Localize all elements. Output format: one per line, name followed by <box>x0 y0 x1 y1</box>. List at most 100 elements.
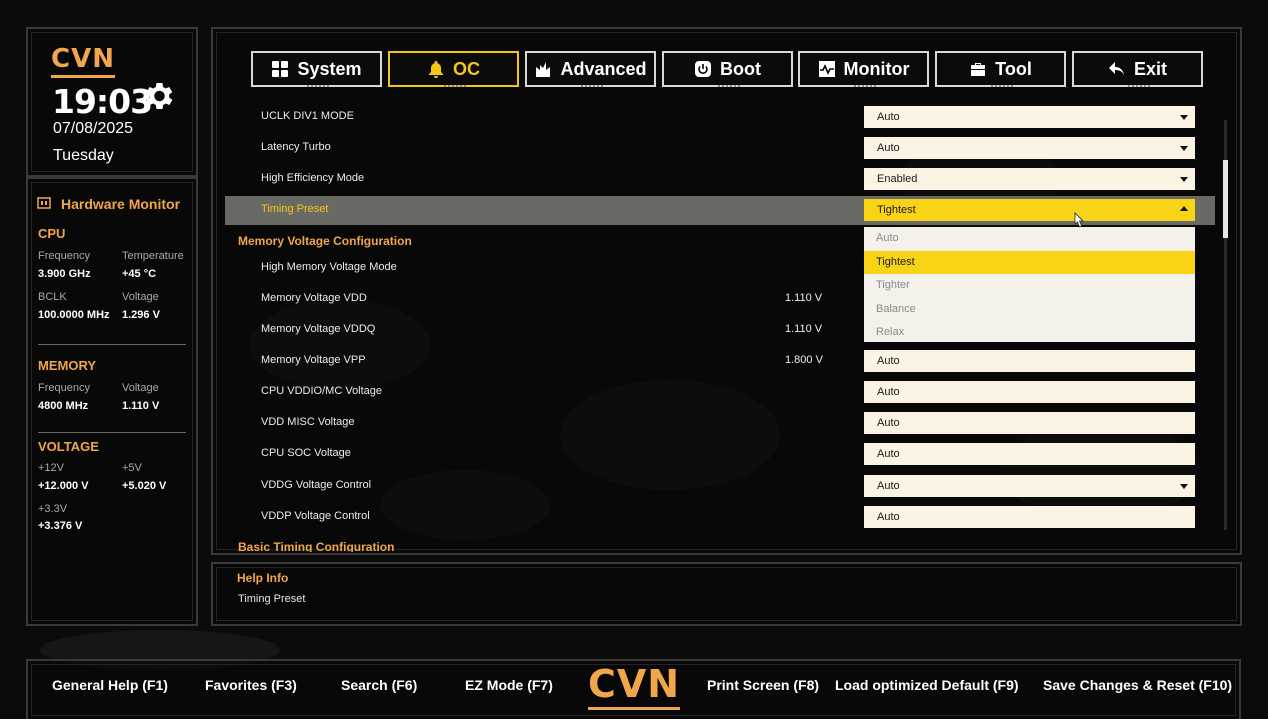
setting-dropdown[interactable]: Auto <box>864 106 1195 128</box>
cpu-temperature-label: Temperature <box>122 250 184 262</box>
voltage-3v3-label: +3.3V <box>38 503 68 515</box>
clock-day: Tuesday <box>53 147 114 164</box>
gear-icon[interactable] <box>140 78 176 114</box>
setting-label: Memory Voltage VDD <box>261 292 367 304</box>
setting-label: UCLK DIV1 MODE <box>261 110 354 122</box>
help-title: Help Info <box>237 571 289 585</box>
ez-mode-button[interactable]: EZ Mode (F7) <box>465 677 553 693</box>
tab-monitor[interactable]: Monitor <box>798 51 929 87</box>
voltage-12v-value: +12.000 V <box>38 480 89 492</box>
chip-icon <box>536 62 551 77</box>
favorites-button[interactable]: Favorites (F3) <box>205 677 297 693</box>
setting-current-value: 1.110 V <box>785 292 823 304</box>
tab-tool[interactable]: Tool <box>935 51 1066 87</box>
tab-label: Boot <box>720 58 761 79</box>
setting-timing-preset[interactable]: Timing Preset Tightest <box>225 196 1215 225</box>
setting-uclk-div1-mode[interactable]: UCLK DIV1 MODE Auto <box>225 103 1215 132</box>
toolbox-icon <box>971 63 986 76</box>
cpu-temperature-value: +45 °C <box>122 268 157 280</box>
setting-label: Timing Preset <box>261 203 329 215</box>
setting-label: Memory Voltage VDDQ <box>261 323 376 335</box>
setting-label: VDDP Voltage Control <box>261 510 370 522</box>
setting-label: CPU VDDIO/MC Voltage <box>261 385 383 397</box>
tab-boot[interactable]: Boot <box>662 51 793 87</box>
timing-preset-dropdown[interactable]: Tightest <box>864 199 1195 221</box>
memory-frequency-label: Frequency <box>38 382 90 394</box>
setting-memory-voltage-vpp[interactable]: Memory Voltage VPP 1.800 V Auto <box>225 347 1215 376</box>
voltage-3v3-value: +3.376 V <box>38 520 83 532</box>
setting-label: Latency Turbo <box>261 141 331 153</box>
voltage-5v-value: +5.020 V <box>122 480 167 492</box>
setting-input[interactable]: Auto <box>864 506 1195 528</box>
tab-label: Tool <box>995 58 1032 79</box>
voltage-section-title: VOLTAGE <box>38 439 99 454</box>
setting-input[interactable]: Auto <box>864 443 1195 465</box>
setting-current-value: 1.800 V <box>785 354 823 366</box>
dropdown-option-tighter[interactable]: Tighter <box>864 274 1195 298</box>
tab-advanced[interactable]: Advanced <box>525 51 656 87</box>
setting-input[interactable]: Auto <box>864 412 1195 434</box>
setting-input[interactable]: Auto <box>864 350 1195 372</box>
chevron-down-icon <box>1180 177 1188 182</box>
dropdown-option-relax[interactable]: Relax <box>864 321 1195 345</box>
print-screen-button[interactable]: Print Screen (F8) <box>707 677 819 693</box>
setting-current-value: 1.110 V <box>785 323 823 335</box>
dropdown-option-auto[interactable]: Auto <box>864 227 1195 251</box>
general-help-button[interactable]: General Help (F1) <box>52 677 168 693</box>
setting-vddg-voltage-control[interactable]: VDDG Voltage Control Auto <box>225 472 1215 501</box>
setting-label: High Memory Voltage Mode <box>261 261 397 273</box>
help-text: Timing Preset <box>238 593 306 605</box>
cpu-bclk-label: BCLK <box>38 291 67 303</box>
setting-latency-turbo[interactable]: Latency Turbo Auto <box>225 134 1215 163</box>
tab-oc[interactable]: OC <box>388 51 519 87</box>
tab-label: OC <box>453 58 480 79</box>
chevron-down-icon <box>1180 146 1188 151</box>
memory-voltage-value: 1.110 V <box>122 400 160 412</box>
setting-dropdown[interactable]: Auto <box>864 475 1195 497</box>
search-button[interactable]: Search (F6) <box>341 677 417 693</box>
setting-label: VDDG Voltage Control <box>261 479 372 491</box>
setting-label: VDD MISC Voltage <box>261 416 355 428</box>
group-basic-timing-title: Basic Timing Configuration <box>238 540 395 552</box>
setting-input[interactable]: Auto <box>864 381 1195 403</box>
setting-cpu-vddio-mc-voltage[interactable]: CPU VDDIO/MC Voltage Auto <box>225 378 1215 407</box>
setting-dropdown[interactable]: Auto <box>864 137 1195 159</box>
scrollbar-thumb[interactable] <box>1223 160 1228 238</box>
setting-vddp-voltage-control[interactable]: VDDP Voltage Control Auto <box>225 503 1215 532</box>
tab-label: System <box>297 58 362 79</box>
setting-label: Memory Voltage VPP <box>261 354 366 366</box>
tab-label: Advanced <box>560 58 647 79</box>
voltage-5v-label: +5V <box>122 462 142 474</box>
chevron-down-icon <box>1180 115 1188 120</box>
tab-exit[interactable]: Exit <box>1072 51 1203 87</box>
return-icon <box>1108 62 1124 75</box>
setting-high-efficiency-mode[interactable]: High Efficiency Mode Enabled <box>225 165 1215 194</box>
grid-icon <box>272 61 289 77</box>
divider <box>38 432 186 433</box>
setting-dropdown[interactable]: Enabled <box>864 168 1195 190</box>
monitor-chip-icon <box>37 197 51 209</box>
setting-label: High Efficiency Mode <box>261 172 365 184</box>
load-default-button[interactable]: Load optimized Default (F9) <box>835 677 1019 693</box>
power-icon <box>695 61 711 77</box>
memory-section-title: MEMORY <box>38 358 97 373</box>
cpu-frequency-label: Frequency <box>38 250 90 262</box>
cpu-voltage-label: Voltage <box>122 291 159 303</box>
tab-label: Monitor <box>843 58 910 79</box>
timing-preset-options[interactable]: Auto Tightest Tighter Balance Relax <box>864 227 1195 342</box>
clock-date: 07/08/2025 <box>53 120 134 137</box>
hardware-monitor-title: Hardware Monitor <box>61 196 181 212</box>
cpu-section-title: CPU <box>38 226 66 241</box>
tab-system[interactable]: System <box>251 51 382 87</box>
group-memory-voltage-title: Memory Voltage Configuration <box>238 234 412 248</box>
pulse-icon <box>818 61 835 77</box>
chevron-down-icon <box>1180 484 1188 489</box>
brand-logo-footer: CVN <box>588 662 681 710</box>
tab-label: Exit <box>1133 58 1167 79</box>
setting-vdd-misc-voltage[interactable]: VDD MISC Voltage Auto <box>225 409 1215 438</box>
setting-cpu-soc-voltage[interactable]: CPU SOC Voltage Auto <box>225 440 1215 469</box>
cpu-bclk-value: 100.0000 MHz <box>38 309 110 321</box>
dropdown-option-balance[interactable]: Balance <box>864 298 1195 322</box>
save-reset-button[interactable]: Save Changes & Reset (F10) <box>1043 677 1232 693</box>
dropdown-option-tightest[interactable]: Tightest <box>864 250 1195 274</box>
